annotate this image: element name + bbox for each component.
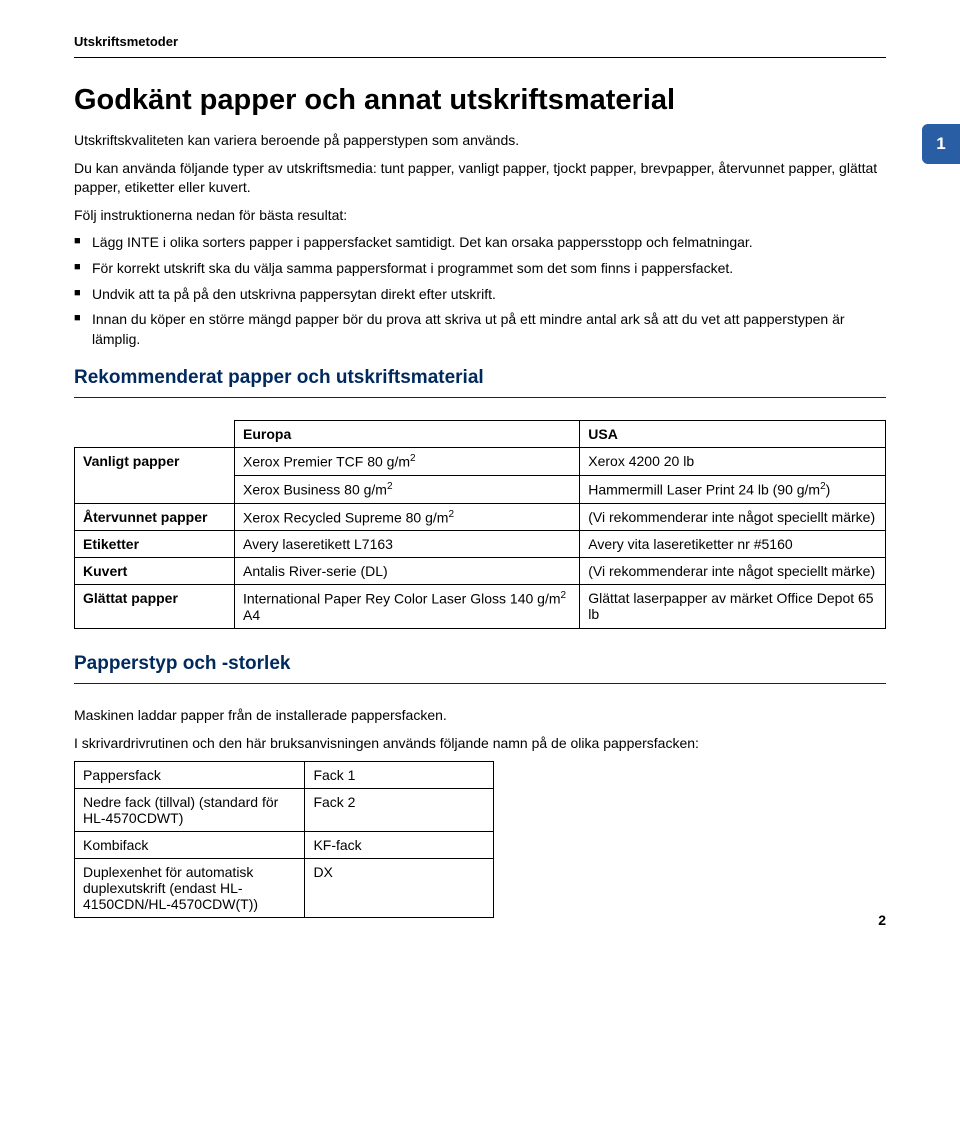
section-heading-recommended: Rekommenderat papper och utskriftsmateri…: [74, 367, 886, 389]
guideline-item: För korrekt utskrift ska du välja samma …: [74, 259, 886, 279]
recommended-paper-table: Europa USA Vanligt papper Xerox Premier …: [74, 420, 886, 629]
section-heading-type: Papperstyp och -storlek: [74, 653, 886, 675]
table-header-usa: USA: [580, 421, 886, 448]
table-cell: Glättat laserpapper av märket Office Dep…: [580, 585, 886, 629]
intro-para-2: Du kan använda följande typer av utskrif…: [74, 159, 886, 198]
table-row-label: Vanligt papper: [75, 448, 235, 503]
guideline-item: Undvik att ta på på den utskrivna papper…: [74, 285, 886, 305]
table-cell: (Vi rekommenderar inte något speciellt m…: [580, 503, 886, 531]
table-cell-empty: [75, 421, 235, 448]
table-cell: Fack 1: [305, 762, 494, 789]
table-cell: Nedre fack (tillval) (standard för HL-45…: [75, 789, 305, 832]
section-rule: [74, 683, 886, 684]
guideline-list: Lägg INTE i olika sorters papper i pappe…: [74, 233, 886, 349]
guideline-item: Lägg INTE i olika sorters papper i pappe…: [74, 233, 886, 253]
intro-para-3: Följ instruktionerna nedan för bästa res…: [74, 206, 886, 226]
section-header: Utskriftsmetoder: [74, 34, 886, 49]
table-cell: Hammermill Laser Print 24 lb (90 g/m2): [580, 476, 886, 504]
table-cell: Xerox Business 80 g/m2: [235, 476, 580, 504]
table-cell: DX: [305, 859, 494, 918]
header-rule: [74, 57, 886, 58]
table-row-label: Etiketter: [75, 531, 235, 558]
table-header-europe: Europa: [235, 421, 580, 448]
table-cell: KF-fack: [305, 832, 494, 859]
type-para-2: I skrivardrivrutinen och den här bruksan…: [74, 734, 886, 754]
section-rule: [74, 397, 886, 398]
table-cell: Xerox Premier TCF 80 g/m2: [235, 448, 580, 476]
table-cell: Pappersfack: [75, 762, 305, 789]
chapter-tab: 1: [922, 124, 960, 164]
table-cell: Antalis River-serie (DL): [235, 558, 580, 585]
table-cell: Xerox 4200 20 lb: [580, 448, 886, 476]
type-para-1: Maskinen laddar papper från de installer…: [74, 706, 886, 726]
tray-names-table: Pappersfack Fack 1 Nedre fack (tillval) …: [74, 761, 494, 918]
table-cell: Avery vita laseretiketter nr #5160: [580, 531, 886, 558]
page-number: 2: [878, 912, 886, 928]
table-cell: (Vi rekommenderar inte något speciellt m…: [580, 558, 886, 585]
table-cell: Duplexenhet för automatisk duplexutskrif…: [75, 859, 305, 918]
table-row-label: Glättat papper: [75, 585, 235, 629]
page-title: Godkänt papper och annat utskriftsmateri…: [74, 84, 886, 117]
table-cell: Xerox Recycled Supreme 80 g/m2: [235, 503, 580, 531]
table-cell: Kombifack: [75, 832, 305, 859]
table-cell: International Paper Rey Color Laser Glos…: [235, 585, 580, 629]
table-row-label: Kuvert: [75, 558, 235, 585]
table-row-label: Återvunnet papper: [75, 503, 235, 531]
table-cell: Fack 2: [305, 789, 494, 832]
table-cell: Avery laseretikett L7163: [235, 531, 580, 558]
guideline-item: Innan du köper en större mängd papper bö…: [74, 310, 886, 349]
intro-para-1: Utskriftskvaliteten kan variera beroende…: [74, 131, 886, 151]
